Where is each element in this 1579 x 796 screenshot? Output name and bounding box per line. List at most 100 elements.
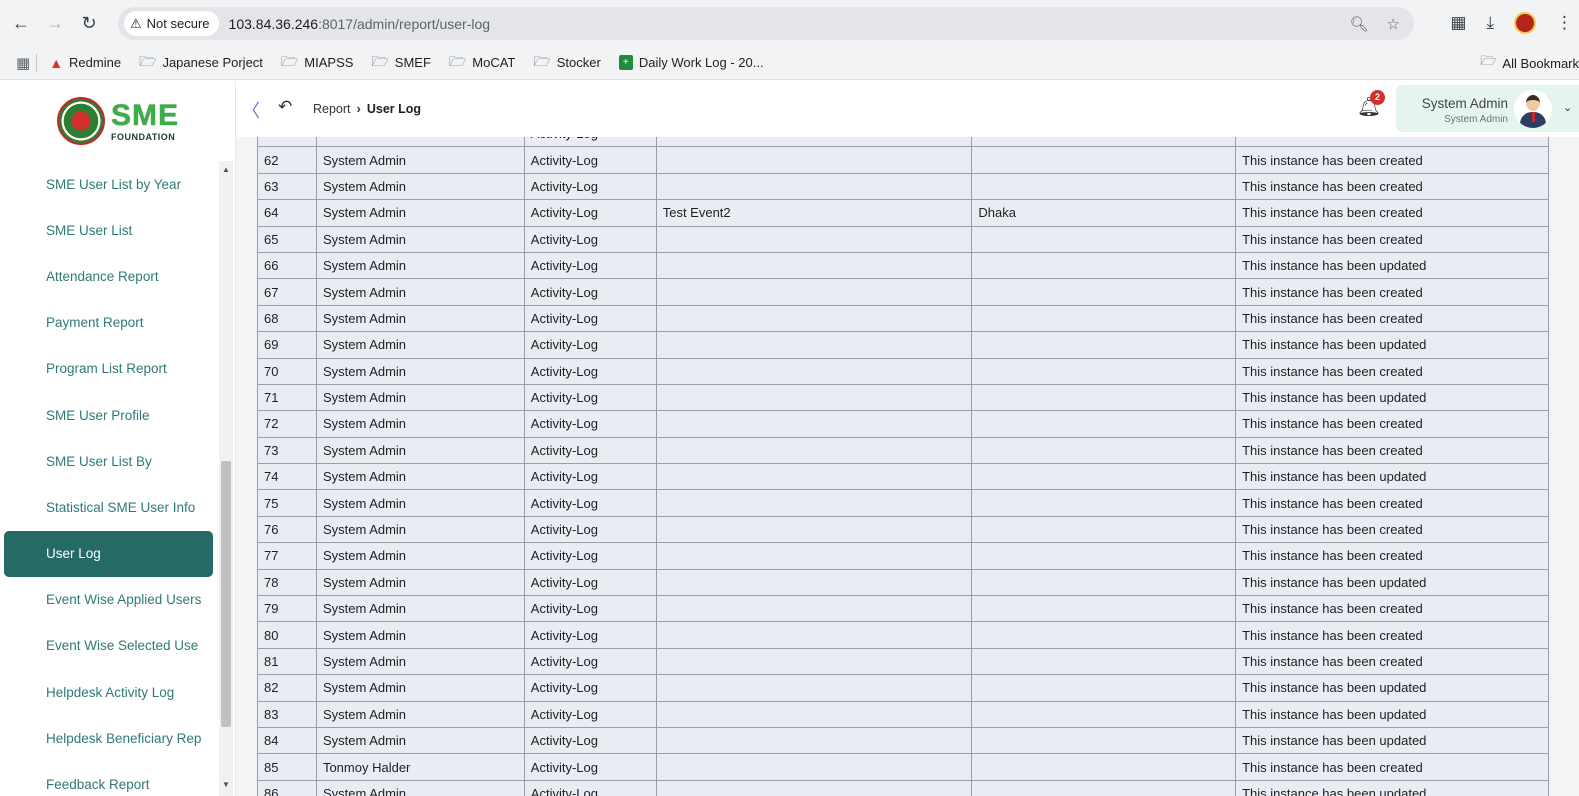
table-row: 83 System Admin Activity-Log This instance … <box>257 700 1549 728</box>
url-text[interactable]: 103.84.36.246:8017/admin/report/user-log <box>229 16 491 32</box>
cell-location <box>971 436 1237 465</box>
cell-message: This instance has been updated <box>1235 700 1549 728</box>
sidebar-item-statistical-sme-user-info[interactable]: Statistical SME User Info <box>4 484 213 530</box>
cell-user: Tonmoy Halder <box>315 753 525 781</box>
cell-no: 78 <box>257 568 317 597</box>
cell-event <box>655 726 973 755</box>
download-icon[interactable]: ⤓ <box>1486 13 1494 33</box>
reload-icon[interactable]: ↻ <box>72 6 106 40</box>
cell-location: Dhaka <box>971 199 1237 227</box>
scroll-thumb[interactable] <box>221 461 231 727</box>
extensions-icon[interactable]: ▦ <box>1450 13 1466 33</box>
table-row: 73 System Admin Activity-Log This instance … <box>257 436 1549 465</box>
warning-icon: ⚠ <box>130 15 142 31</box>
sidebar-item-helpdesk-activity-log[interactable]: Helpdesk Activity Log <box>4 669 213 715</box>
cell-location <box>971 172 1237 201</box>
bookmark-label: SMEF <box>394 55 431 70</box>
cell-module: Activity-Log <box>523 463 657 491</box>
sidebar-item-user-log[interactable]: User Log <box>4 530 213 577</box>
cell-location <box>971 621 1237 649</box>
cell-no: 84 <box>257 726 317 755</box>
cell-location <box>971 726 1237 755</box>
bookmark-stocker[interactable]: 🗁︎ Stocker <box>533 51 600 75</box>
cell-user: System Admin <box>315 383 525 412</box>
cell-module: Activity-Log <box>523 278 657 306</box>
cell-no <box>257 137 317 148</box>
cell-user: System Admin <box>315 489 525 517</box>
all-bookmarks[interactable]: 🗁︎ All Bookmark <box>1480 46 1579 80</box>
cell-no: 72 <box>257 410 317 438</box>
user-role: System Admin <box>1444 114 1508 125</box>
profile-avatar-icon[interactable] <box>1514 12 1536 34</box>
sidebar-item-program-list-report[interactable]: Program List Report <box>4 346 213 392</box>
collapse-sidebar-icon[interactable]: 〈 <box>242 97 260 123</box>
bookmark-daily-work-log[interactable]: + Daily Work Log - 20... <box>618 55 764 70</box>
sidebar-item-helpdesk-beneficiary-report[interactable]: Helpdesk Beneficiary Rep <box>4 715 213 761</box>
breadcrumb-report[interactable]: Report <box>313 102 351 116</box>
bookmark-smef[interactable]: 🗁︎ SMEF <box>371 51 431 75</box>
zoom-icon[interactable]: 🔍︎ <box>1350 15 1369 33</box>
sidebar-item-feedback-report[interactable]: Feedback Report <box>4 761 213 796</box>
cell-event <box>655 753 973 781</box>
scroll-up-icon[interactable]: ▲ <box>221 165 231 177</box>
folder-icon: 🗁︎ <box>448 52 467 69</box>
sidebar-item-payment-report[interactable]: Payment Report <box>4 300 213 346</box>
cell-module: Activity-Log <box>523 383 657 412</box>
sidebar-item-event-wise-selected-users[interactable]: Event Wise Selected Use <box>4 623 213 669</box>
back-arrow-icon[interactable]: ← <box>4 6 38 40</box>
cell-message: This instance has been created <box>1235 595 1549 623</box>
sidebar-item-sme-user-list-by-year[interactable]: SME User List by Year <box>4 161 213 207</box>
bookmark-redmine[interactable]: ▲ Redmine <box>49 55 121 71</box>
table-row: 70 System Admin Activity-Log This instance … <box>257 357 1549 385</box>
table-row: 68 System Admin Activity-Log This instance … <box>257 304 1549 333</box>
sidebar-item-event-wise-applied-users[interactable]: Event Wise Applied Users <box>4 577 213 623</box>
cell-no: 76 <box>257 515 317 544</box>
bookmarks-bar: ▦ ▲ Redmine 🗁︎ Japanese Porject 🗁︎ MIAPSS 🗁… <box>0 46 1579 80</box>
sidebar-item-attendance-report[interactable]: Attendance Report <box>4 253 213 299</box>
cell-module: Activity-Log <box>523 251 657 280</box>
sidebar-scrollbar[interactable]: ▲ ▼ <box>219 161 233 796</box>
cell-message: This instance has been created <box>1235 436 1549 465</box>
cell-module: Activity-Log <box>523 172 657 201</box>
cell-event <box>655 489 973 517</box>
bookmark-mocat[interactable]: 🗁︎ MoCAT <box>449 51 515 75</box>
menu-dots-icon[interactable]: ⋮ <box>1556 13 1573 33</box>
cell-user: System Admin <box>315 436 525 465</box>
cell-message <box>1235 137 1549 148</box>
security-chip[interactable]: ⚠ Not secure <box>124 11 219 36</box>
cell-no: 82 <box>257 674 317 702</box>
cell-user: System Admin <box>315 278 525 306</box>
cell-no: 79 <box>257 595 317 623</box>
cell-user: System Admin <box>315 515 525 544</box>
scroll-down-icon[interactable]: ▼ <box>221 780 231 792</box>
cell-module: Activity-Log <box>523 304 657 333</box>
apps-grid-icon[interactable]: ▦ <box>16 54 30 72</box>
brand-tagline: FOUNDATION <box>110 131 176 142</box>
cell-location <box>971 331 1237 359</box>
cell-message: This instance has been created <box>1235 489 1549 517</box>
sidebar-item-sme-user-list[interactable]: SME User List <box>4 207 213 253</box>
all-bookmarks-label: All Bookmark <box>1502 55 1579 71</box>
cell-message: This instance has been created <box>1235 410 1549 438</box>
table-row: 79 System Admin Activity-Log This instance … <box>257 595 1549 623</box>
logo[interactable]: SME FOUNDATION <box>0 81 236 161</box>
sidebar-item-sme-user-profile[interactable]: SME User Profile <box>4 392 213 438</box>
table-row: 80 System Admin Activity-Log This instance … <box>257 621 1549 649</box>
user-menu[interactable]: System Admin System Admin <box>1396 85 1579 132</box>
undo-back-icon[interactable]: ↶ <box>278 97 292 117</box>
cell-module: Activity-Log <box>523 225 657 253</box>
forward-arrow-icon[interactable]: → <box>38 6 72 40</box>
cell-message: This instance has been created <box>1235 753 1549 781</box>
bookmark-japanese-porject[interactable]: 🗁︎ Japanese Porject <box>139 51 263 75</box>
cell-message: This instance has been created <box>1235 515 1549 544</box>
cell-event <box>655 251 973 280</box>
redmine-icon: ▲ <box>49 54 64 71</box>
address-bar[interactable]: ⚠ Not secure 103.84.36.246:8017/admin/re… <box>118 7 1414 40</box>
cell-user: System Admin <box>315 331 525 359</box>
sidebar-item-sme-user-list-by[interactable]: SME User List By <box>4 438 213 484</box>
bookmark-miapss[interactable]: 🗁︎ MIAPSS <box>281 51 354 75</box>
table-row: 86 System Admin Activity-Log This instance … <box>257 779 1549 796</box>
star-icon[interactable]: ☆ <box>1387 15 1400 33</box>
cell-module: Activity-Log <box>523 137 657 148</box>
chevron-down-icon[interactable]: ⌄ <box>1563 101 1572 114</box>
